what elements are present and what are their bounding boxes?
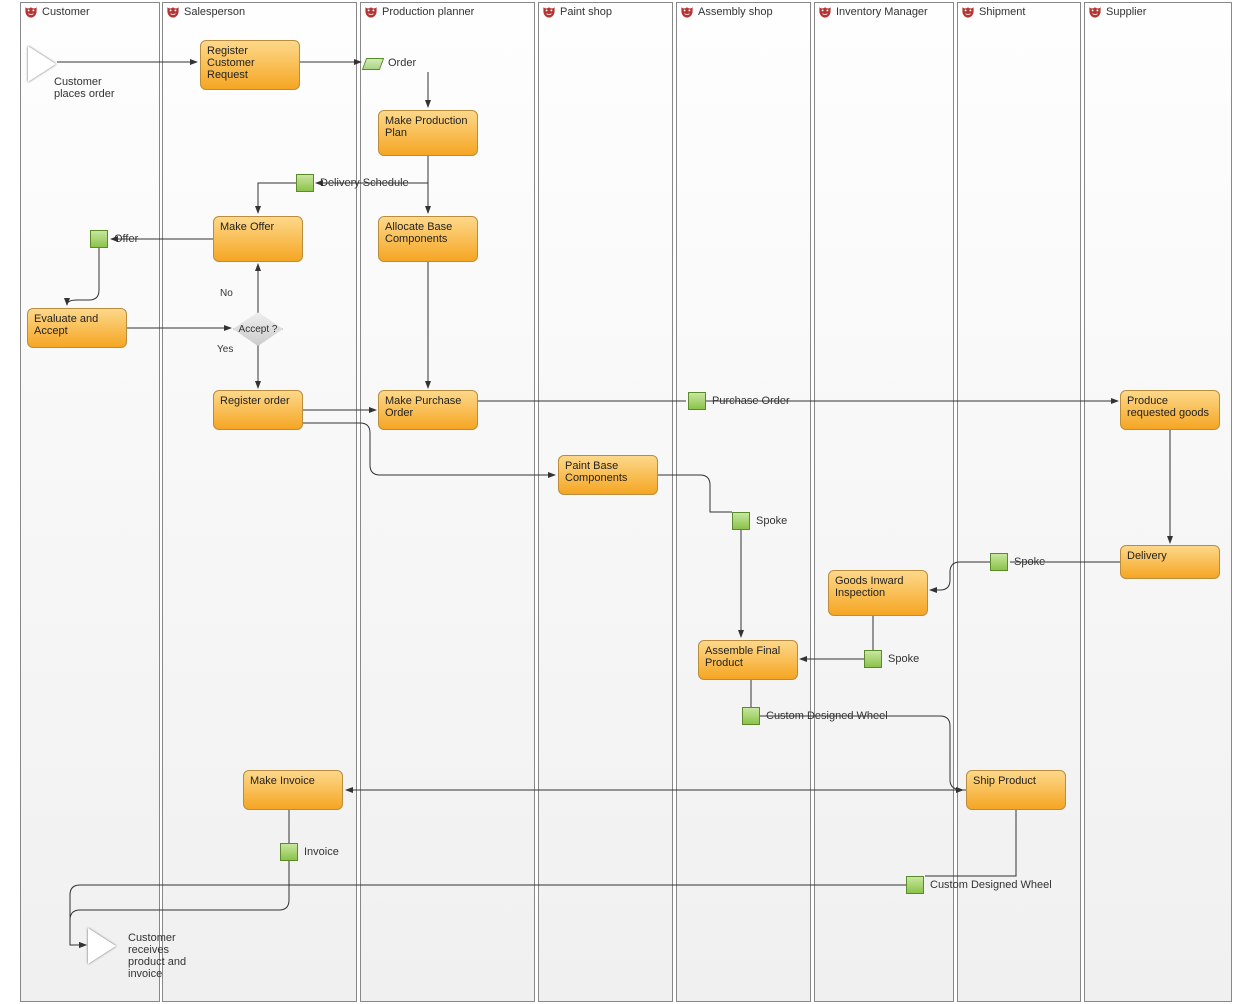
decision-accept[interactable]: Accept ?	[233, 312, 283, 346]
lane-header-assembly-shop: Assembly shop	[679, 5, 773, 19]
activity-ship-product[interactable]: Ship Product	[966, 770, 1066, 810]
end-event-label: Customer receives product and invoice	[128, 932, 198, 980]
start-event-icon	[28, 46, 56, 82]
lane-shipment: Shipment	[957, 2, 1081, 1002]
spoke3-event-icon	[864, 650, 882, 668]
lane-title: Customer	[42, 6, 90, 18]
activity-allocate-base[interactable]: Allocate Base Components	[378, 216, 478, 262]
lane-header-supplier: Supplier	[1087, 5, 1146, 19]
activity-delivery[interactable]: Delivery	[1120, 545, 1220, 579]
lane-assembly-shop: Assembly shop	[676, 2, 811, 1002]
end-event-icon	[88, 928, 116, 964]
lane-title: Paint shop	[560, 6, 612, 18]
custom-wheel2-event-icon	[906, 876, 924, 894]
role-mask-icon	[165, 5, 181, 19]
custom-wheel1-label: Custom Designed Wheel	[766, 710, 888, 722]
lane-header-salesperson: Salesperson	[165, 5, 245, 19]
offer-label: Offer	[114, 233, 138, 245]
spoke2-event-icon	[990, 553, 1008, 571]
spoke1-label: Spoke	[756, 515, 787, 527]
lane-header-paint-shop: Paint shop	[541, 5, 612, 19]
lane-header-customer: Customer	[23, 5, 90, 19]
lane-title: Inventory Manager	[836, 6, 928, 18]
order-label: Order	[388, 57, 416, 69]
role-mask-icon	[541, 5, 557, 19]
purchase-order-label: Purchase Order	[712, 395, 790, 407]
role-mask-icon	[960, 5, 976, 19]
start-event-label: Customer places order	[54, 76, 134, 100]
spoke1-event-icon	[732, 512, 750, 530]
lane-header-inventory-manager: Inventory Manager	[817, 5, 928, 19]
decision-yes-label: Yes	[217, 344, 233, 355]
purchase-order-event-icon	[688, 392, 706, 410]
decision-no-label: No	[220, 288, 233, 299]
activity-make-prod-plan[interactable]: Make Production Plan	[378, 110, 478, 156]
decision-label: Accept ?	[239, 324, 278, 335]
activity-goods-inward[interactable]: Goods Inward Inspection	[828, 570, 928, 616]
offer-event-icon	[90, 230, 108, 248]
lane-header-shipment: Shipment	[960, 5, 1025, 19]
role-mask-icon	[1087, 5, 1103, 19]
role-mask-icon	[23, 5, 39, 19]
activity-produce-goods[interactable]: Produce requested goods	[1120, 390, 1220, 430]
activity-assemble-final[interactable]: Assemble Final Product	[698, 640, 798, 680]
activity-make-po[interactable]: Make Purchase Order	[378, 390, 478, 430]
lane-customer: Customer	[20, 2, 160, 1002]
lane-title: Salesperson	[184, 6, 245, 18]
invoice-event-icon	[280, 843, 298, 861]
activity-evaluate-accept[interactable]: Evaluate and Accept	[27, 308, 127, 348]
lane-supplier: Supplier	[1084, 2, 1232, 1002]
lane-title: Assembly shop	[698, 6, 773, 18]
lane-title: Production planner	[382, 6, 474, 18]
activity-paint-base[interactable]: Paint Base Components	[558, 455, 658, 495]
role-mask-icon	[817, 5, 833, 19]
delivery-schedule-label: Delivery Schedule	[320, 177, 409, 189]
activity-register-request[interactable]: Register Customer Request	[200, 40, 300, 90]
custom-wheel1-event-icon	[742, 707, 760, 725]
role-mask-icon	[679, 5, 695, 19]
invoice-label: Invoice	[304, 846, 339, 858]
lane-title: Supplier	[1106, 6, 1146, 18]
delivery-schedule-event-icon	[296, 174, 314, 192]
spoke3-label: Spoke	[888, 653, 919, 665]
lane-paint-shop: Paint shop	[538, 2, 673, 1002]
custom-wheel2-label: Custom Designed Wheel	[930, 879, 1052, 891]
role-mask-icon	[363, 5, 379, 19]
lane-inventory-manager: Inventory Manager	[814, 2, 954, 1002]
activity-make-offer[interactable]: Make Offer	[213, 216, 303, 262]
spoke2-label: Spoke	[1014, 556, 1045, 568]
lane-title: Shipment	[979, 6, 1025, 18]
lane-header-production-planner: Production planner	[363, 5, 474, 19]
activity-make-invoice[interactable]: Make Invoice	[243, 770, 343, 810]
activity-register-order[interactable]: Register order	[213, 390, 303, 430]
